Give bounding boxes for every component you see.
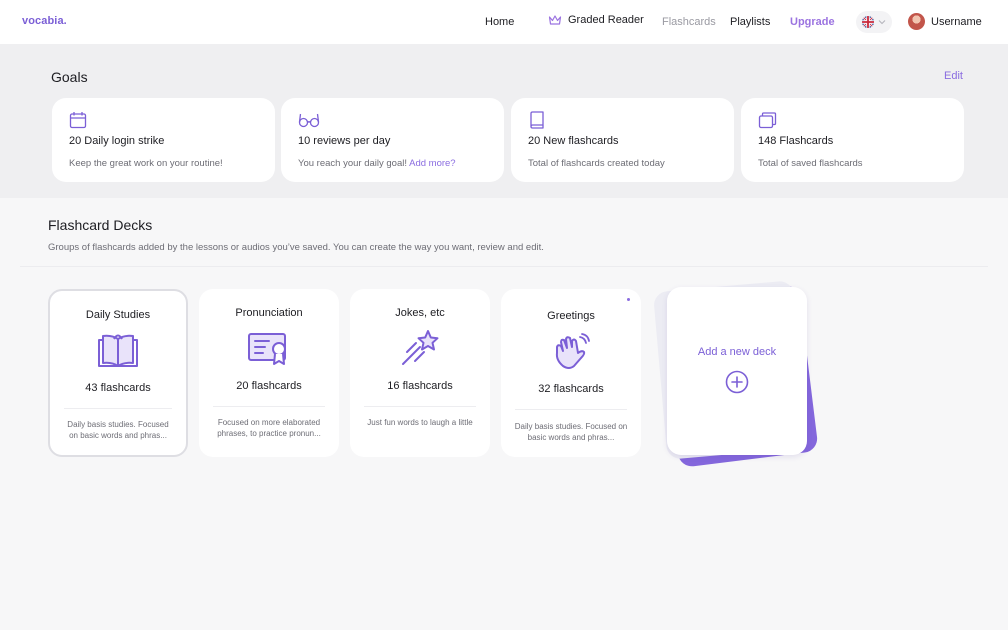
goal-subtitle: Total of saved flashcards [758,158,863,169]
user-menu[interactable]: Username [908,13,982,30]
goal-title: 20 Daily login strike [69,135,165,147]
goal-subtitle: You reach your daily goal! Add more? [298,158,456,169]
avatar [908,13,925,30]
username-label: Username [931,15,982,28]
decks-description: Groups of flashcards added by the lesson… [48,242,544,253]
deck-description: Daily basis studies. Focused on basic wo… [514,422,628,442]
deck-name: Greetings [547,310,595,322]
goals-title: Goals [51,69,88,85]
goal-card-new-flashcards: 20 New flashcards Total of flashcards cr… [511,98,734,182]
add-new-deck-button[interactable]: Add a new deck [667,287,807,455]
deck-description: Daily basis studies. Focused on basic wo… [67,420,169,440]
deck-card-jokes[interactable]: Jokes, etc 16 flashcards Just fun words … [350,289,490,457]
deck-count: 32 flashcards [538,383,604,395]
add-deck-label: Add a new deck [697,346,777,358]
deck-name: Jokes, etc [395,307,445,319]
open-book-icon [98,334,138,367]
goal-title: 10 reviews per day [298,135,391,147]
deck-divider [364,406,476,407]
uk-flag-icon [862,16,874,28]
nav-flashcards-link[interactable]: Flashcards [662,16,716,28]
section-divider [20,266,988,267]
deck-description: Focused on more elaborated phrases, to p… [217,418,321,438]
deck-card-daily-studies[interactable]: Daily Studies 43 flashcards Daily basis … [48,289,188,457]
top-navigation-bar: vocabia. Home Graded Reader Flashcards P… [0,0,1008,44]
deck-card-greetings[interactable]: Greetings 32 flashcards Daily basis stud… [501,289,641,457]
goal-subtitle: Keep the great work on your routine! [69,158,223,169]
deck-divider [64,408,172,409]
goals-edit-link[interactable]: Edit [944,70,963,82]
goal-card-login-strike: 20 Daily login strike Keep the great wor… [52,98,275,182]
language-selector[interactable] [856,11,892,33]
deck-card-pronunciation[interactable]: Pronunciation 20 flashcards Focused on m… [199,289,339,457]
plus-circle-icon [725,370,749,394]
deck-name: Pronunciation [235,307,303,319]
nav-graded-reader-link[interactable]: Graded Reader [548,14,644,26]
goal-title: 20 New flashcards [528,135,619,147]
nav-playlists-link[interactable]: Playlists [730,16,770,28]
glasses-icon [298,113,320,128]
shooting-star-icon [402,330,439,365]
deck-count: 20 flashcards [236,380,302,392]
decks-title: Flashcard Decks [48,217,153,233]
goal-title: 148 Flashcards [758,135,834,147]
certificate-icon [248,333,286,365]
nav-home-link[interactable]: Home [485,16,514,28]
crown-icon [548,15,562,25]
deck-divider [213,406,325,407]
goal-card-saved-flashcards: 148 Flashcards Total of saved flashcards [741,98,964,182]
deck-count: 43 flashcards [85,382,151,394]
deck-divider [515,409,627,410]
goal-subtitle: Total of flashcards created today [528,158,665,169]
waving-hand-icon [555,333,590,369]
deck-count: 16 flashcards [387,380,453,392]
book-icon [530,111,544,129]
nav-graded-reader-label: Graded Reader [568,14,644,26]
calendar-icon [69,112,87,129]
deck-name: Daily Studies [85,309,151,321]
chevron-down-icon [878,20,886,25]
stacked-cards-icon [758,112,777,129]
add-more-link[interactable]: Add more? [409,158,455,169]
nav-upgrade-link[interactable]: Upgrade [790,16,835,28]
unread-indicator-dot [627,298,630,301]
goal-subtitle-text: You reach your daily goal! [298,158,407,169]
deck-description: Just fun words to laugh a little [367,418,473,427]
app-logo[interactable]: vocabia. [22,15,67,27]
goal-card-reviews: 10 reviews per day You reach your daily … [281,98,504,182]
